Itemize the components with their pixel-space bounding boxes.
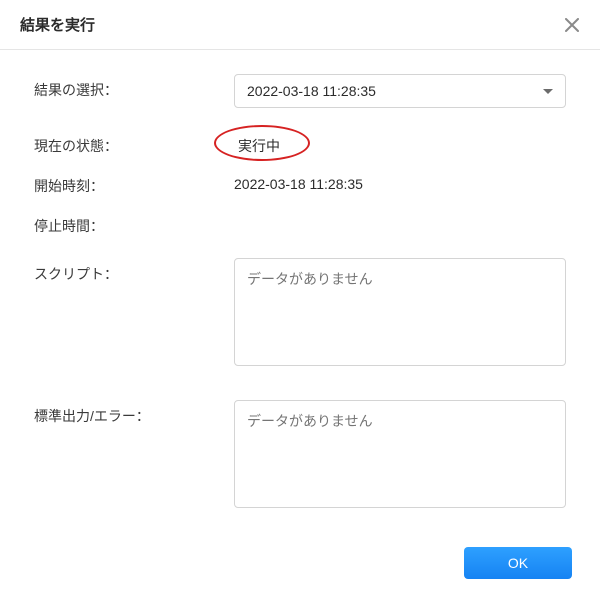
run-results-dialog: 結果を実行 結果の選択： 2022-03-18 11:28:35 現在の状態： … <box>0 0 600 597</box>
stdout-textarea[interactable] <box>234 400 566 508</box>
field-row-select-result: 結果の選択： 2022-03-18 11:28:35 <box>34 74 566 108</box>
select-result-dropdown[interactable]: 2022-03-18 11:28:35 <box>234 74 566 108</box>
start-time-value: 2022-03-18 11:28:35 <box>234 170 566 192</box>
script-label: スクリプト： <box>34 258 234 284</box>
dialog-title: 結果を実行 <box>20 14 95 35</box>
start-time-label: 開始時刻： <box>34 170 234 196</box>
field-row-stdout: 標準出力/エラー： <box>34 400 566 508</box>
field-row-stop-time: 停止時間： <box>34 210 566 236</box>
ok-button[interactable]: OK <box>464 547 572 579</box>
select-result-wrap: 2022-03-18 11:28:35 <box>234 74 566 108</box>
status-value-wrap: 実行中 <box>234 130 566 156</box>
select-result-value: 2022-03-18 11:28:35 <box>247 83 376 99</box>
dialog-header: 結果を実行 <box>0 0 600 50</box>
status-value: 実行中 <box>234 136 284 156</box>
field-row-status: 現在の状態： 実行中 <box>34 130 566 156</box>
status-label: 現在の状態： <box>34 130 234 156</box>
dialog-body: 結果の選択： 2022-03-18 11:28:35 現在の状態： 実行中 開始… <box>0 50 600 531</box>
stdout-label: 標準出力/エラー： <box>34 400 234 426</box>
select-result-label: 結果の選択： <box>34 74 234 100</box>
close-icon[interactable] <box>564 17 580 33</box>
dialog-footer: OK <box>0 531 600 597</box>
script-textarea[interactable] <box>234 258 566 366</box>
stop-time-value <box>234 210 566 216</box>
chevron-down-icon <box>543 89 553 94</box>
stop-time-label: 停止時間： <box>34 210 234 236</box>
field-row-script: スクリプト： <box>34 258 566 366</box>
field-row-start-time: 開始時刻： 2022-03-18 11:28:35 <box>34 170 566 196</box>
